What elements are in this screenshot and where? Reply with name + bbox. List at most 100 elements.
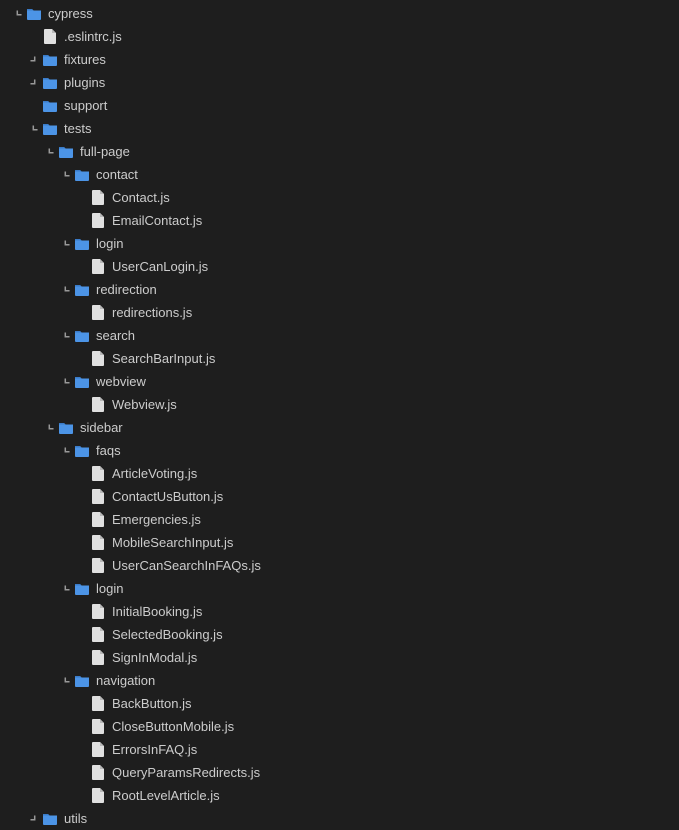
- chevron-down-icon[interactable]: [10, 6, 26, 22]
- folder-icon: [42, 811, 58, 827]
- chevron-down-icon[interactable]: [58, 443, 74, 459]
- chevron-right-icon[interactable]: [26, 52, 42, 68]
- tree-row-contact[interactable]: contact: [0, 163, 679, 186]
- file-icon: [90, 558, 106, 574]
- folder-icon: [58, 144, 74, 160]
- chevron-down-icon[interactable]: [42, 144, 58, 160]
- tree-row-login[interactable]: login: [0, 232, 679, 255]
- tree-row-ArticleVoting-js[interactable]: ArticleVoting.js: [0, 462, 679, 485]
- tree-row-SignInModal-js[interactable]: SignInModal.js: [0, 646, 679, 669]
- tree-item-label: plugins: [64, 75, 105, 90]
- tree-item-label: sidebar: [80, 420, 123, 435]
- chevron-down-icon[interactable]: [58, 581, 74, 597]
- tree-row-CloseButtonMobile-js[interactable]: CloseButtonMobile.js: [0, 715, 679, 738]
- tree-item-label: RootLevelArticle.js: [112, 788, 220, 803]
- tree-item-label: fixtures: [64, 52, 106, 67]
- file-icon: [90, 650, 106, 666]
- tree-item-label: Contact.js: [112, 190, 170, 205]
- tree-row--eslintrc-js[interactable]: .eslintrc.js: [0, 25, 679, 48]
- tree-row-SelectedBooking-js[interactable]: SelectedBooking.js: [0, 623, 679, 646]
- chevron-down-icon[interactable]: [58, 374, 74, 390]
- tree-item-label: CloseButtonMobile.js: [112, 719, 234, 734]
- tree-row-Emergencies-js[interactable]: Emergencies.js: [0, 508, 679, 531]
- file-icon: [90, 466, 106, 482]
- tree-item-label: InitialBooking.js: [112, 604, 202, 619]
- tree-row-MobileSearchInput-js[interactable]: MobileSearchInput.js: [0, 531, 679, 554]
- file-icon: [90, 696, 106, 712]
- tree-row-ErrorsInFAQ-js[interactable]: ErrorsInFAQ.js: [0, 738, 679, 761]
- folder-icon: [58, 420, 74, 436]
- chevron-spacer: [74, 190, 90, 206]
- tree-row-UserCanLogin-js[interactable]: UserCanLogin.js: [0, 255, 679, 278]
- tree-row-tests[interactable]: tests: [0, 117, 679, 140]
- tree-item-label: login: [96, 236, 123, 251]
- tree-row-Webview-js[interactable]: Webview.js: [0, 393, 679, 416]
- chevron-spacer: [74, 259, 90, 275]
- chevron-spacer: [74, 604, 90, 620]
- tree-item-label: Webview.js: [112, 397, 177, 412]
- tree-row-redirection[interactable]: redirection: [0, 278, 679, 301]
- chevron-none-icon: [26, 98, 42, 114]
- tree-row-redirections-js[interactable]: redirections.js: [0, 301, 679, 324]
- chevron-down-icon[interactable]: [26, 121, 42, 137]
- tree-row-search[interactable]: search: [0, 324, 679, 347]
- tree-row-InitialBooking-js[interactable]: InitialBooking.js: [0, 600, 679, 623]
- chevron-spacer: [74, 213, 90, 229]
- tree-item-label: redirections.js: [112, 305, 192, 320]
- tree-row-fixtures[interactable]: fixtures: [0, 48, 679, 71]
- folder-icon: [74, 282, 90, 298]
- tree-row-plugins[interactable]: plugins: [0, 71, 679, 94]
- tree-row-QueryParamsRedirects-js[interactable]: QueryParamsRedirects.js: [0, 761, 679, 784]
- tree-row-sidebar[interactable]: sidebar: [0, 416, 679, 439]
- chevron-down-icon[interactable]: [58, 282, 74, 298]
- tree-item-label: utils: [64, 811, 87, 826]
- chevron-down-icon[interactable]: [58, 673, 74, 689]
- file-icon: [90, 719, 106, 735]
- chevron-down-icon[interactable]: [42, 420, 58, 436]
- tree-item-label: webview: [96, 374, 146, 389]
- folder-icon: [26, 6, 42, 22]
- folder-icon: [42, 121, 58, 137]
- tree-row-full-page[interactable]: full-page: [0, 140, 679, 163]
- tree-row-BackButton-js[interactable]: BackButton.js: [0, 692, 679, 715]
- file-icon: [90, 788, 106, 804]
- folder-icon: [74, 581, 90, 597]
- tree-row-UserCanSearchInFAQs-js[interactable]: UserCanSearchInFAQs.js: [0, 554, 679, 577]
- tree-item-label: EmailContact.js: [112, 213, 202, 228]
- folder-icon: [74, 673, 90, 689]
- tree-row-SearchBarInput-js[interactable]: SearchBarInput.js: [0, 347, 679, 370]
- tree-row-login[interactable]: login: [0, 577, 679, 600]
- tree-row-EmailContact-js[interactable]: EmailContact.js: [0, 209, 679, 232]
- file-icon: [90, 190, 106, 206]
- chevron-down-icon[interactable]: [58, 167, 74, 183]
- tree-row-navigation[interactable]: navigation: [0, 669, 679, 692]
- tree-item-label: ErrorsInFAQ.js: [112, 742, 197, 757]
- tree-item-label: UserCanLogin.js: [112, 259, 208, 274]
- tree-row-cypress[interactable]: cypress: [0, 2, 679, 25]
- folder-icon: [42, 98, 58, 114]
- chevron-spacer: [74, 765, 90, 781]
- folder-icon: [42, 75, 58, 91]
- tree-item-label: support: [64, 98, 107, 113]
- tree-row-webview[interactable]: webview: [0, 370, 679, 393]
- tree-row-ContactUsButton-js[interactable]: ContactUsButton.js: [0, 485, 679, 508]
- chevron-right-icon[interactable]: [26, 811, 42, 827]
- tree-item-label: tests: [64, 121, 91, 136]
- file-icon: [90, 512, 106, 528]
- tree-item-label: .eslintrc.js: [64, 29, 122, 44]
- chevron-spacer: [74, 558, 90, 574]
- tree-row-faqs[interactable]: faqs: [0, 439, 679, 462]
- tree-row-Contact-js[interactable]: Contact.js: [0, 186, 679, 209]
- tree-row-support[interactable]: support: [0, 94, 679, 117]
- tree-row-RootLevelArticle-js[interactable]: RootLevelArticle.js: [0, 784, 679, 807]
- chevron-spacer: [74, 627, 90, 643]
- chevron-spacer: [74, 535, 90, 551]
- folder-icon: [74, 236, 90, 252]
- chevron-spacer: [74, 788, 90, 804]
- chevron-down-icon[interactable]: [58, 236, 74, 252]
- folder-icon: [74, 374, 90, 390]
- chevron-spacer: [74, 397, 90, 413]
- chevron-right-icon[interactable]: [26, 75, 42, 91]
- chevron-down-icon[interactable]: [58, 328, 74, 344]
- file-icon: [90, 535, 106, 551]
